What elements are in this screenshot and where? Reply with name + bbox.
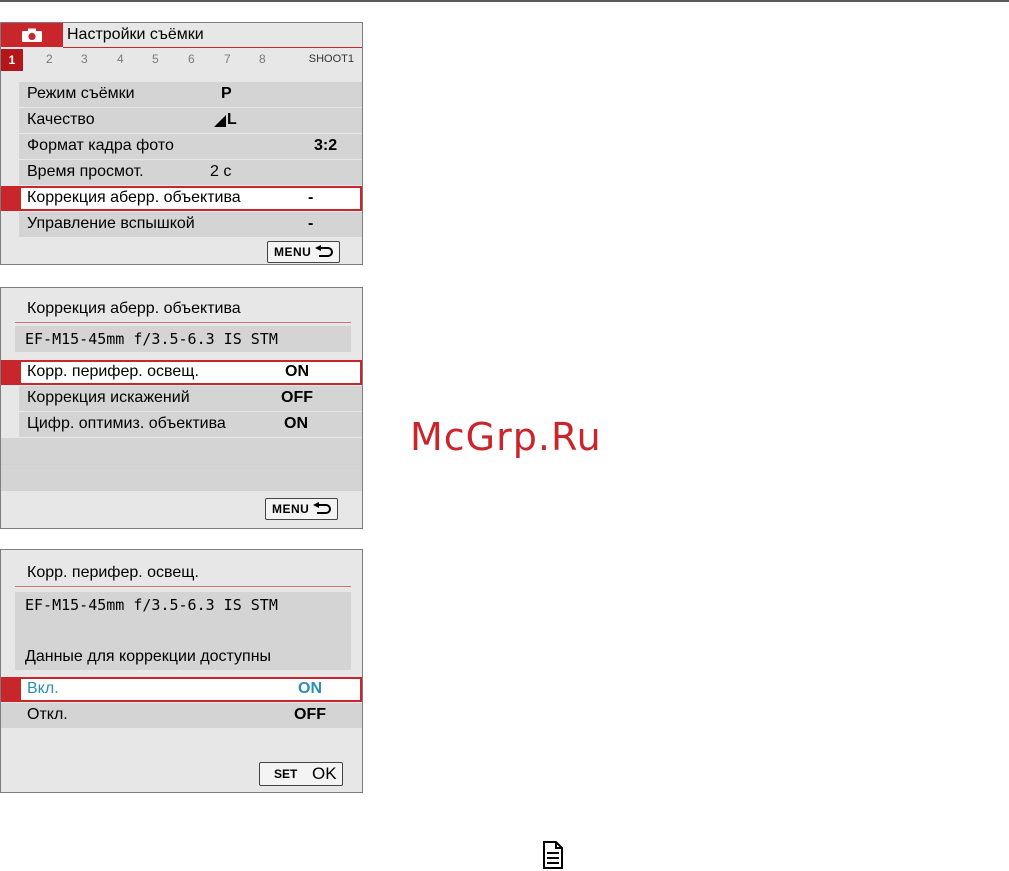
panel-title: Коррекция аберр. объектива xyxy=(27,300,241,318)
tab-page-3[interactable]: 3 xyxy=(81,52,88,66)
return-arrow-icon xyxy=(314,245,334,259)
tab-page-2[interactable]: 2 xyxy=(46,52,53,66)
panel-title: Корр. перифер. освещ. xyxy=(27,564,199,582)
lens-name: EF-M15-45mm f/3.5-6.3 IS STM xyxy=(25,330,278,348)
top-rule xyxy=(0,0,1009,2)
menu-button-label: MENU xyxy=(272,502,309,516)
menu-button-label: MENU xyxy=(274,245,311,259)
tab-page-8[interactable]: 8 xyxy=(259,52,266,66)
menu-item-distortion-correction[interactable]: Коррекция искажений OFF xyxy=(19,386,362,411)
option-enable[interactable]: Вкл. ON xyxy=(19,677,362,702)
watermark: McGrp.Ru xyxy=(410,415,602,459)
menu-item-quality[interactable]: Качество L xyxy=(19,108,362,133)
option-label: Вкл. xyxy=(27,680,59,698)
tab-label: SHOOT1 xyxy=(309,53,354,65)
menu-item-label: Корр. перифер. освещ. xyxy=(27,363,199,381)
quality-fine-icon xyxy=(214,115,226,127)
menu-item-value: 2 с xyxy=(210,163,231,181)
peripheral-illumination-panel: Корр. перифер. освещ. EF-M15-45mm f/3.5-… xyxy=(0,549,363,793)
menu-item-value: - xyxy=(308,215,313,233)
empty-row xyxy=(1,438,362,464)
empty-row xyxy=(1,465,362,491)
menu-item-flash-control[interactable]: Управление вспышкой - xyxy=(19,212,362,237)
tab-page-5[interactable]: 5 xyxy=(152,52,159,66)
selection-marker xyxy=(1,186,19,211)
option-disable[interactable]: Откл. OFF xyxy=(1,703,362,728)
camera-icon xyxy=(21,28,43,43)
menu-item-label: Время просмот. xyxy=(27,163,144,181)
selection-marker xyxy=(1,677,19,702)
menu-item-label: Цифр. оптимиз. объектива xyxy=(27,415,226,433)
menu-item-label: Формат кадра фото xyxy=(27,137,174,155)
title-divider xyxy=(15,322,351,323)
menu-back-button[interactable]: MENU xyxy=(265,498,338,520)
tab-page-6[interactable]: 6 xyxy=(188,52,195,66)
set-ok-button[interactable]: SET OK xyxy=(259,762,343,786)
option-label: Откл. xyxy=(27,706,68,724)
ok-label: OK xyxy=(312,764,337,784)
option-value: ON xyxy=(298,680,322,698)
return-arrow-icon xyxy=(312,502,332,516)
menu-item-label: Коррекция аберр. объектива xyxy=(27,189,241,207)
selection-marker xyxy=(1,360,19,385)
menu-title: Настройки съёмки xyxy=(67,26,204,44)
menu-item-digital-lens-optimizer[interactable]: Цифр. оптимиз. объектива ON xyxy=(19,412,362,437)
menu-item-aspect-ratio[interactable]: Формат кадра фото 3:2 xyxy=(19,134,362,159)
menu-item-shooting-mode[interactable]: Режим съёмки P xyxy=(19,82,362,107)
tab-page-1[interactable]: 1 xyxy=(1,49,23,71)
camera-tab[interactable] xyxy=(1,23,63,47)
menu-item-lens-aberration-correction[interactable]: Коррекция аберр. объектива - xyxy=(19,186,362,211)
menu-item-label: Качество xyxy=(27,111,95,129)
menu-item-value: P xyxy=(221,85,232,103)
menu-item-peripheral-illumination[interactable]: Корр. перифер. освещ. ON xyxy=(19,360,362,385)
header-divider xyxy=(63,47,363,48)
menu-item-label: Коррекция искажений xyxy=(27,389,190,407)
menu-item-value: ON xyxy=(284,415,308,433)
menu-page-tabs: 1 2 3 4 5 6 7 8 SHOOT1 xyxy=(1,49,362,71)
lens-aberration-correction-panel: Коррекция аберр. объектива EF-M15-45mm f… xyxy=(0,287,363,529)
lens-info-box: EF-M15-45mm f/3.5-6.3 IS STM Данные для … xyxy=(15,592,351,670)
lens-name: EF-M15-45mm f/3.5-6.3 IS STM xyxy=(25,596,278,614)
tab-page-7[interactable]: 7 xyxy=(224,52,231,66)
lens-name-box: EF-M15-45mm f/3.5-6.3 IS STM xyxy=(15,326,351,352)
menu-item-value: OFF xyxy=(281,389,313,407)
correction-data-status: Данные для коррекции доступны xyxy=(25,648,271,666)
menu-item-label: Управление вспышкой xyxy=(27,215,195,233)
menu-item-value: - xyxy=(308,189,313,207)
menu-item-value: ON xyxy=(285,363,309,381)
menu-item-label: Режим съёмки xyxy=(27,85,135,103)
menu-item-review-time[interactable]: Время просмот. 2 с xyxy=(19,160,362,185)
option-value: OFF xyxy=(294,706,326,724)
set-label: SET xyxy=(274,767,297,781)
shooting-settings-panel: Настройки съёмки 1 2 3 4 5 6 7 8 SHOOT1 … xyxy=(0,22,363,265)
menu-item-value: 3:2 xyxy=(314,137,337,155)
tab-page-4[interactable]: 4 xyxy=(117,52,124,66)
menu-item-value: L xyxy=(227,111,237,129)
title-divider xyxy=(15,586,351,587)
document-icon xyxy=(541,840,565,870)
menu-back-button[interactable]: MENU xyxy=(267,241,340,263)
